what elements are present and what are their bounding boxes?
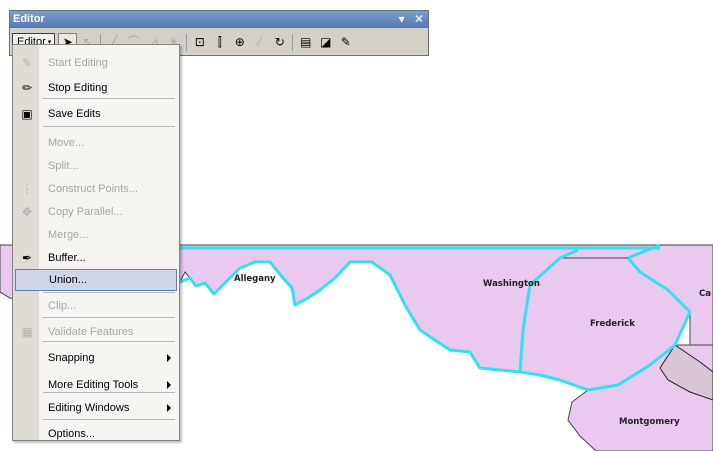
menu-item-buffer[interactable]: ✒ Buffer... <box>15 247 177 269</box>
county-label-montgomery: Montgomery <box>619 417 680 427</box>
menu-item-label: Options... <box>48 428 96 440</box>
county-label-frederick: Frederick <box>590 319 635 329</box>
toolbar-separator <box>292 33 294 51</box>
construct-points-icon: ⋮ <box>21 182 33 196</box>
reshape-icon: ⫿ <box>217 35 222 49</box>
menu-item-union[interactable]: Union... <box>15 269 177 291</box>
toolbar-title: Editor <box>13 13 45 25</box>
menu-separator <box>43 126 175 127</box>
county-label-allegany: Allegany <box>234 274 276 284</box>
menu-item-options[interactable]: Options... <box>15 423 177 445</box>
menu-item-label: Copy Parallel... <box>48 206 123 218</box>
rotate-tool-button[interactable]: ↻ <box>270 33 289 52</box>
menu-item-save-edits[interactable]: ▣ Save Edits <box>15 103 177 125</box>
menu-item-clip[interactable]: Clip... <box>15 295 177 317</box>
menu-item-label: Union... <box>49 274 87 286</box>
menu-item-start-editing[interactable]: ✎ Start Editing <box>15 52 177 74</box>
attributes-button-button[interactable]: ▤ <box>296 33 315 52</box>
edit-vertices-tool-button[interactable]: ⊡ <box>190 33 209 52</box>
toolbar-options-dropdown-icon[interactable]: ▾ <box>399 12 405 26</box>
menu-separator <box>43 317 175 318</box>
split-icon: ⁄ <box>258 35 261 49</box>
menu-item-move[interactable]: Move... <box>15 132 177 154</box>
menu-separator <box>43 341 175 342</box>
submenu-arrow-icon <box>167 381 171 389</box>
reshape-tool-button[interactable]: ⫿ <box>210 33 229 52</box>
toolbar-titlebar[interactable]: Editor ▾ ✕ <box>10 11 428 28</box>
menu-item-label: Construct Points... <box>48 183 138 195</box>
menu-item-label: Validate Features <box>48 326 134 338</box>
attributes-icon: ▤ <box>300 35 312 49</box>
menu-separator <box>43 98 175 99</box>
cut-polygons-tool-button[interactable]: ⊕ <box>230 33 249 52</box>
cut-polygons-icon: ⊕ <box>234 35 245 49</box>
sketch-properties-icon: ◪ <box>320 35 332 49</box>
edit-vertices-icon: ⊡ <box>194 35 205 49</box>
menu-item-label: More Editing Tools <box>48 379 139 391</box>
menu-item-label: Save Edits <box>48 108 101 120</box>
menu-item-copy-parallel[interactable]: ✥ Copy Parallel... <box>15 201 177 223</box>
menu-item-merge[interactable]: Merge... <box>15 224 177 246</box>
menu-item-construct-points[interactable]: ⋮ Construct Points... <box>15 178 177 200</box>
menu-item-split[interactable]: Split... <box>15 155 177 177</box>
save-edits-icon: ▣ <box>21 107 33 121</box>
menu-item-label: Buffer... <box>48 252 86 264</box>
county-label-washington: Washington <box>483 279 540 289</box>
submenu-arrow-icon <box>167 354 171 362</box>
split-tool-button[interactable]: ⁄ <box>250 33 269 52</box>
menu-item-label: Move... <box>48 137 85 149</box>
menu-item-label: Stop Editing <box>48 82 108 94</box>
county-label-carroll: Ca <box>699 289 711 299</box>
menu-item-label: Snapping <box>48 352 95 364</box>
submenu-arrow-icon <box>167 404 171 412</box>
toolbar-close-icon[interactable]: ✕ <box>414 12 424 26</box>
menu-separator <box>43 292 175 293</box>
menu-item-stop-editing[interactable]: ✏ Stop Editing <box>15 77 177 99</box>
menu-separator <box>43 392 175 393</box>
menu-separator <box>43 419 175 420</box>
menu-item-label: Start Editing <box>48 57 108 69</box>
menu-item-label: Clip... <box>48 300 77 312</box>
stop-editing-icon: ✏ <box>21 81 33 95</box>
menu-item-validate-features[interactable]: ▦ Validate Features <box>15 321 177 343</box>
create-features-button-button[interactable]: ✎ <box>336 33 355 52</box>
menu-item-snapping[interactable]: Snapping <box>15 347 177 369</box>
titlebar-controls: ▾ ✕ <box>393 11 424 28</box>
validate-features-icon: ▦ <box>21 325 33 339</box>
menu-item-label: Split... <box>48 160 79 172</box>
menu-item-editing-windows[interactable]: Editing Windows <box>15 397 177 419</box>
menu-item-label: Merge... <box>48 229 89 241</box>
copy-parallel-icon: ✥ <box>21 205 33 219</box>
pencil-icon: ✎ <box>21 56 33 70</box>
menu-item-label: Editing Windows <box>48 402 130 414</box>
rotate-icon: ↻ <box>274 35 285 49</box>
buffer-icon: ✒ <box>21 251 33 265</box>
create-features-icon: ✎ <box>340 35 351 49</box>
editor-dropdown-menu: ✎ Start Editing ✏ Stop Editing ▣ Save Edits Mo… <box>12 44 180 441</box>
sketch-properties-button-button[interactable]: ◪ <box>316 33 335 52</box>
toolbar-separator <box>186 33 188 51</box>
